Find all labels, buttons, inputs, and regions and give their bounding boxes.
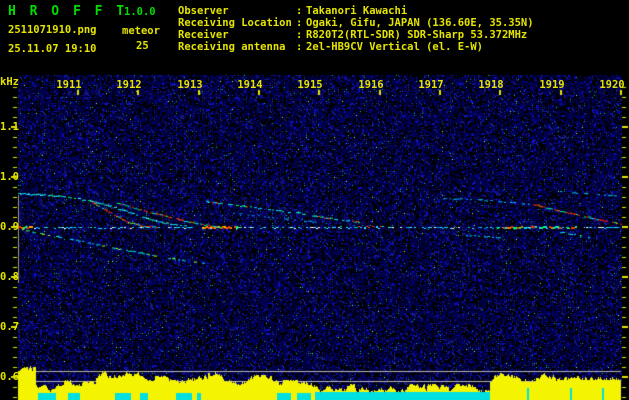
info-value: Ogaki, Gifu, JAPAN (136.60E, 35.35N): [306, 17, 534, 29]
freq-tick-label-0.8: 0.8: [0, 271, 19, 283]
info-label: Receiving Location: [178, 17, 292, 29]
mode-label: meteor: [122, 25, 160, 37]
freq-tick-label-1.0: 1.0: [0, 171, 19, 183]
info-colon: :: [296, 17, 303, 29]
output-filename: 2511071910.png: [8, 24, 97, 36]
freq-tick-label-0.9: 0.9: [0, 221, 19, 233]
info-colon: :: [296, 29, 303, 41]
info-label: Receiving antenna: [178, 41, 286, 53]
station-info-block: Observer: Takanori Kawachi Receiving Locat…: [178, 5, 534, 53]
app-version: 1.0.0: [124, 6, 156, 18]
time-tick-label-1919: 1919: [539, 79, 565, 91]
spectrogram-canvas: [0, 0, 629, 400]
frame-datetime: 25.11.07 19:10: [8, 43, 97, 55]
freq-tick-label-0.6: 0.6: [0, 371, 19, 383]
time-tick-label-1913: 1913: [177, 79, 203, 91]
time-tick-label-1912: 1912: [116, 79, 142, 91]
info-row-receiver: Receiver: R820T2(RTL-SDR) SDR-Sharp 53.37…: [178, 29, 534, 41]
time-tick-label-1918: 1918: [478, 79, 504, 91]
time-tick-label-1914: 1914: [237, 79, 263, 91]
info-row-observer: Observer: Takanori Kawachi: [178, 5, 534, 17]
hrofft-screen: H R O F F T 1.0.0 2511071910.png meteor …: [0, 0, 629, 400]
info-colon: :: [296, 5, 303, 17]
app-title: H R O F F T: [8, 4, 128, 19]
time-tick-label-1911: 1911: [56, 79, 82, 91]
time-tick-label-1915: 1915: [297, 79, 323, 91]
time-tick-label-1917: 1917: [418, 79, 444, 91]
freq-tick-label-0.7: 0.7: [0, 321, 19, 333]
info-colon: :: [296, 41, 303, 53]
info-value: R820T2(RTL-SDR) SDR-Sharp 53.372MHz: [306, 29, 528, 41]
info-row-receiving-antenna: Receiving antenna:2el-HB9CV Vertical (el…: [178, 41, 534, 53]
time-tick-label-1916: 1916: [358, 79, 384, 91]
info-row-receiving-location: Receiving Location: Ogaki, Gifu, JAPAN (1…: [178, 17, 534, 29]
info-label: Receiver: [178, 29, 229, 41]
meteor-count: 25: [136, 40, 149, 52]
freq-axis-unit: kHz: [0, 76, 19, 88]
info-label: Observer: [178, 5, 229, 17]
info-value: 2el-HB9CV Vertical (el. E-W): [306, 41, 484, 53]
freq-tick-label-1.1: 1.1: [0, 121, 19, 133]
time-tick-label-1920: 1920: [599, 79, 625, 91]
info-value: Takanori Kawachi: [306, 5, 408, 17]
